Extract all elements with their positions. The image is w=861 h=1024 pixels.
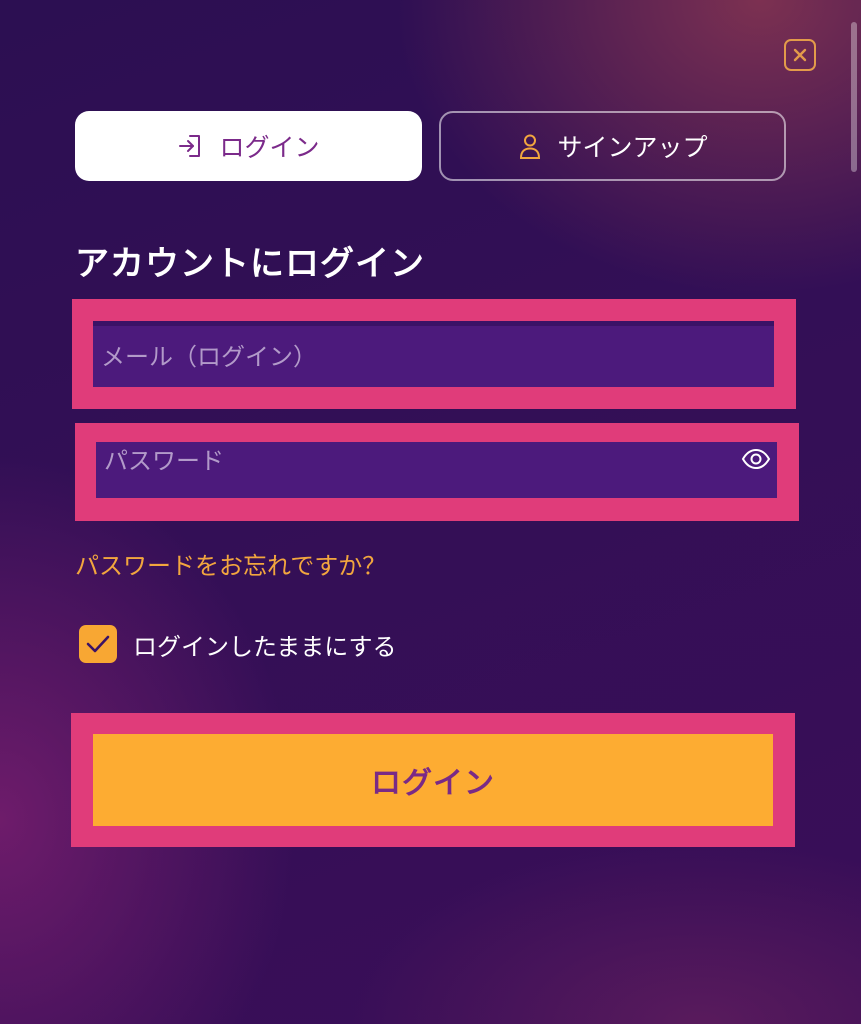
tab-login[interactable]: ログイン bbox=[75, 111, 422, 181]
eye-icon bbox=[741, 448, 771, 470]
close-button[interactable] bbox=[784, 39, 816, 71]
remember-me-checkbox[interactable] bbox=[79, 625, 117, 663]
remember-me-label: ログインしたままにする bbox=[133, 632, 397, 661]
password-field-wrapper bbox=[96, 442, 777, 498]
login-icon bbox=[177, 132, 205, 160]
user-icon bbox=[517, 132, 543, 160]
password-field[interactable] bbox=[96, 442, 777, 498]
remember-me-row[interactable]: ログインしたままにする bbox=[79, 624, 397, 664]
close-icon bbox=[792, 47, 808, 63]
forgot-password-link[interactable]: パスワードをお忘れですか？ bbox=[75, 546, 386, 581]
scrollbar[interactable] bbox=[851, 22, 857, 172]
show-password-button[interactable] bbox=[741, 444, 771, 474]
page-title: アカウントにログイン bbox=[75, 244, 425, 284]
email-field[interactable] bbox=[93, 326, 774, 387]
login-button[interactable]: ログイン bbox=[93, 734, 773, 826]
tab-login-label: ログイン bbox=[219, 133, 320, 162]
tab-signup-label: サインアップ bbox=[557, 133, 708, 162]
email-field-wrapper bbox=[93, 321, 774, 387]
checkmark-icon bbox=[85, 633, 111, 655]
tab-signup[interactable]: サインアップ bbox=[439, 111, 786, 181]
